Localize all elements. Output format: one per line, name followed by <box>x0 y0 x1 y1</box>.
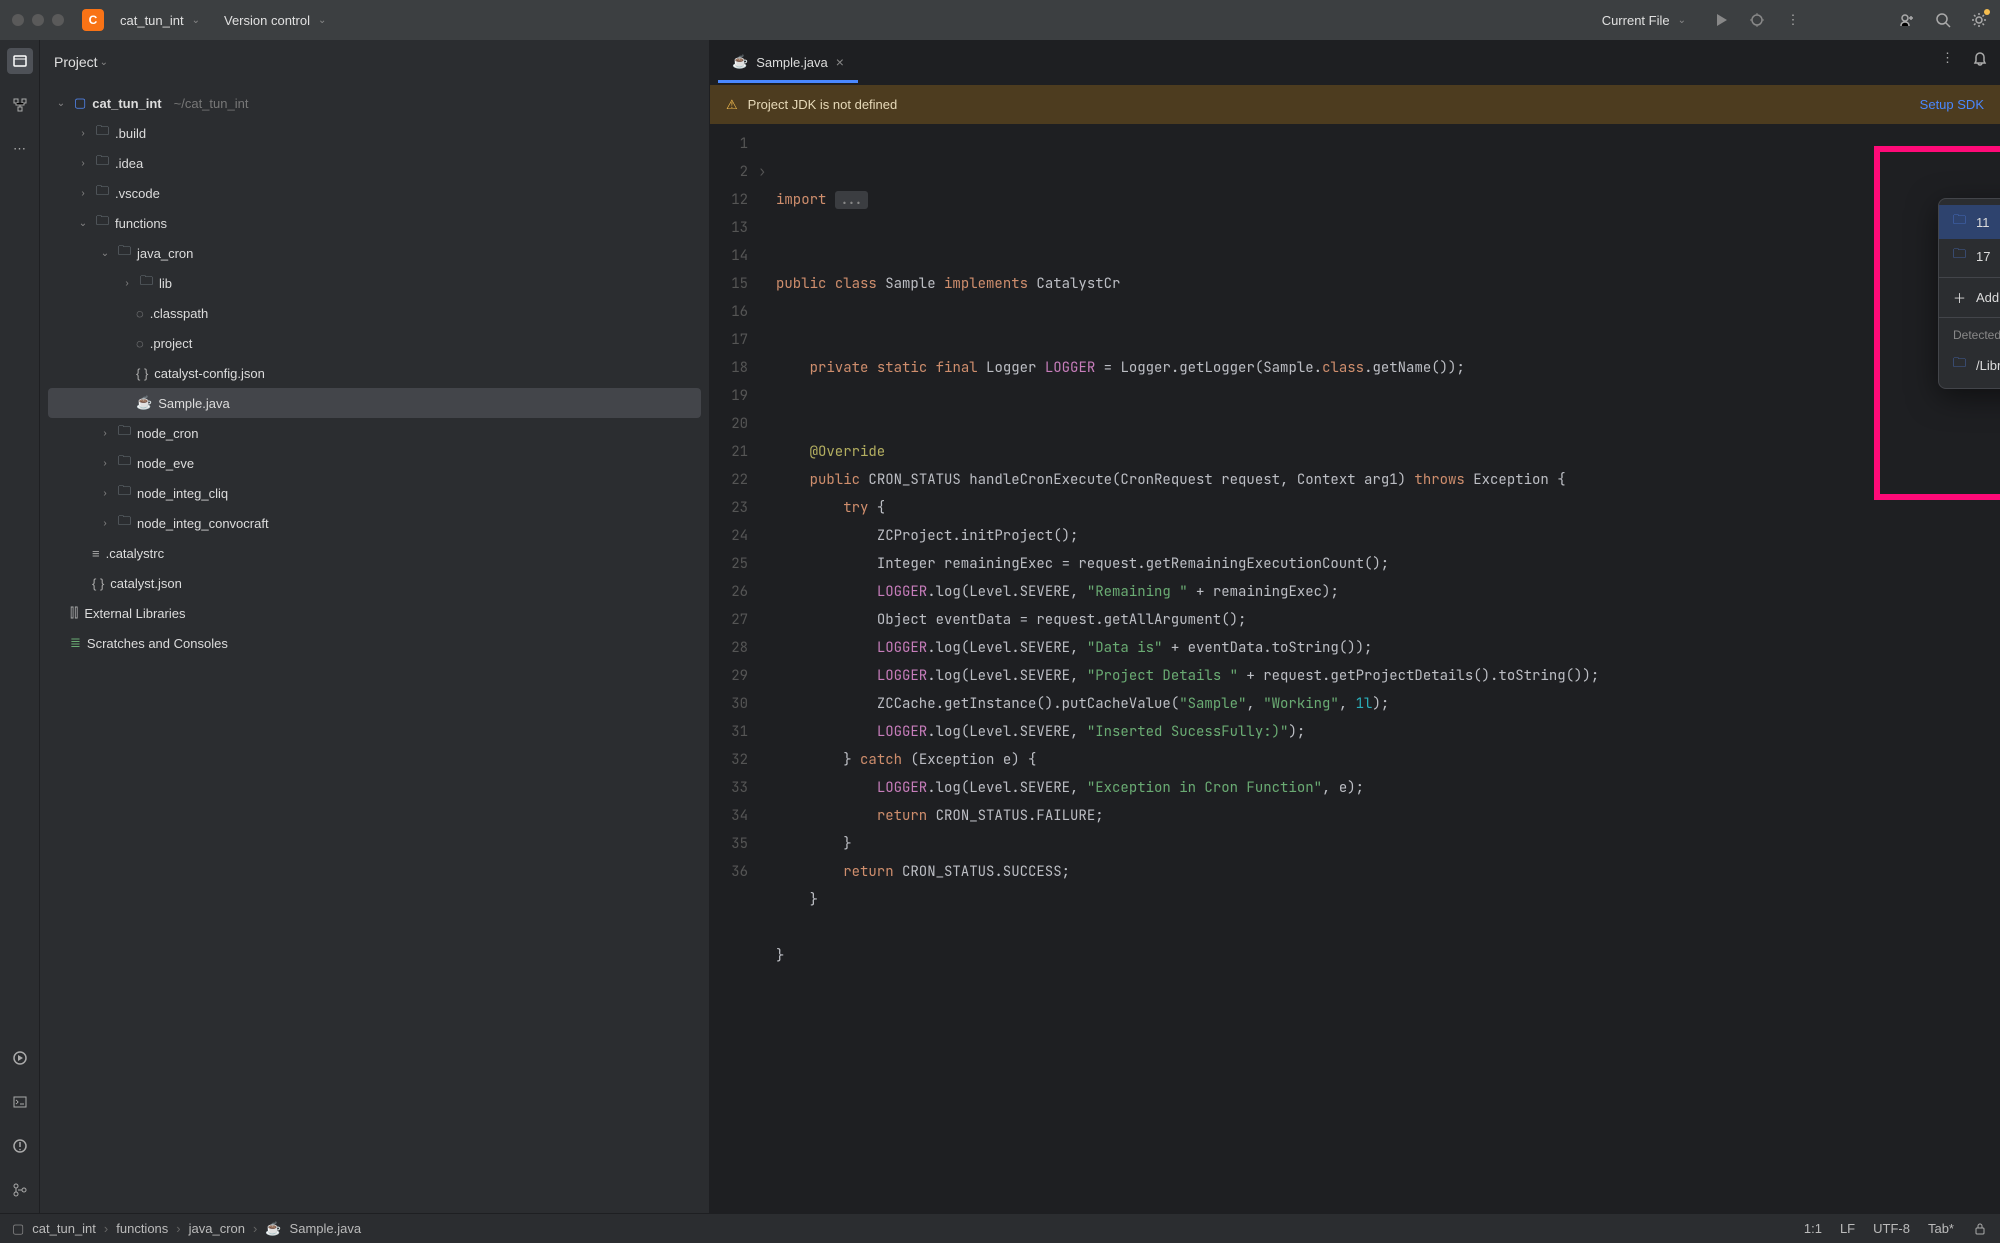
search-icon[interactable] <box>1934 11 1952 29</box>
run-icon[interactable] <box>1712 11 1730 29</box>
line-separator[interactable]: LF <box>1840 1221 1855 1236</box>
breadcrumb-icon: ▢ <box>12 1221 24 1237</box>
tree-file[interactable]: { }catalyst.json <box>48 568 701 598</box>
crumb[interactable]: functions <box>116 1221 168 1236</box>
crumb[interactable]: cat_tun_int <box>32 1221 96 1236</box>
sdk-option-17[interactable]: 🗀 17 Oracle OpenJDK version 17.0.2 <box>1939 239 2000 273</box>
sdk-banner: ⚠ Project JDK is not defined Setup SDK <box>710 84 2000 124</box>
project-tool-icon[interactable] <box>7 48 33 74</box>
file-encoding[interactable]: UTF-8 <box>1873 1221 1910 1236</box>
line-gutter: 1 2 12 13 14 15 16 17 18 19 20 21 22 23 … <box>710 124 758 1213</box>
tree-file-selected[interactable]: ☕Sample.java <box>48 388 701 418</box>
crumb[interactable]: Sample.java <box>290 1221 362 1236</box>
tab-label: Sample.java <box>756 55 828 70</box>
tree-scratches[interactable]: ≣Scratches and Consoles <box>48 628 701 658</box>
more-icon[interactable]: ⋮ <box>1784 11 1802 29</box>
sdk-popup: 🗀 11 Oracle OpenJDK version 11.0.16 🗀 17… <box>1938 198 2000 389</box>
structure-tool-icon[interactable] <box>7 92 33 118</box>
folder-icon: 🗀 <box>1953 354 1966 376</box>
collab-icon[interactable] <box>1898 11 1916 29</box>
code-content[interactable]: import ... public class Sample implement… <box>776 124 2000 1213</box>
terminal-tool-icon[interactable] <box>7 1089 33 1115</box>
tree-folder[interactable]: ›🗀.vscode <box>48 178 701 208</box>
tree-folder[interactable]: ›🗀node_integ_cliq <box>48 478 701 508</box>
folder-icon: 🗀 <box>1953 245 1966 267</box>
statusbar: ▢ cat_tun_int› functions› java_cron› ☕ S… <box>0 1213 2000 1243</box>
code-area[interactable]: 1 2 12 13 14 15 16 17 18 19 20 21 22 23 … <box>710 124 2000 1213</box>
tree-folder[interactable]: ›🗀node_cron <box>48 418 701 448</box>
tab-sample-java[interactable]: ☕ Sample.java × <box>718 44 858 83</box>
editor-tabs: ☕ Sample.java × ⋮ <box>710 40 2000 84</box>
vcs-dropdown[interactable]: Version control <box>216 9 334 32</box>
settings-icon[interactable] <box>1970 11 1988 29</box>
titlebar: C cat_tun_int Version control Current Fi… <box>0 0 2000 40</box>
tree-folder[interactable]: ›🗀node_integ_convocraft <box>48 508 701 538</box>
detected-sdks-header: Detected SDKs <box>1939 322 2000 348</box>
tree-folder[interactable]: ›🗀.idea <box>48 148 701 178</box>
project-panel: Project ⌄▢ cat_tun_int ~/cat_tun_int ›🗀.… <box>40 40 710 1213</box>
tree-external-libs[interactable]: ⫿⫿External Libraries <box>48 598 701 628</box>
services-tool-icon[interactable] <box>7 1045 33 1071</box>
detected-sdk-item[interactable]: 🗀 /Library/Java/JavaVirtualMachines/jdk1… <box>1939 348 2000 382</box>
tab-more-icon[interactable]: ⋮ <box>1941 50 1954 66</box>
indent-setting[interactable]: Tab* <box>1928 1221 1954 1236</box>
tree-file[interactable]: ◌.project <box>48 328 701 358</box>
tree-file[interactable]: ◌.classpath <box>48 298 701 328</box>
git-tool-icon[interactable] <box>7 1177 33 1203</box>
banner-text: Project JDK is not defined <box>748 97 898 112</box>
crumb[interactable]: java_cron <box>189 1221 245 1236</box>
more-tool-icon[interactable]: ⋯ <box>7 136 33 162</box>
run-config-dropdown[interactable]: Current File <box>1594 9 1694 32</box>
editor: ☕ Sample.java × ⋮ ⚠ Project JDK is not d… <box>710 40 2000 1213</box>
debug-icon[interactable] <box>1748 11 1766 29</box>
plus-icon: ＋ <box>1953 288 1966 307</box>
tool-rail: ⋯ <box>0 40 40 1213</box>
project-dropdown[interactable]: cat_tun_int <box>112 9 208 32</box>
close-tab-icon[interactable]: × <box>836 54 844 70</box>
setup-sdk-link[interactable]: Setup SDK <box>1920 97 1984 112</box>
tree-folder[interactable]: ⌄🗀functions <box>48 208 701 238</box>
project-tree[interactable]: ⌄▢ cat_tun_int ~/cat_tun_int ›🗀.build ›🗀… <box>40 84 709 1213</box>
app-badge: C <box>82 9 104 31</box>
caret-position[interactable]: 1:1 <box>1804 1221 1822 1236</box>
tree-file[interactable]: { }catalyst-config.json <box>48 358 701 388</box>
readonly-lock-icon[interactable] <box>1972 1221 1988 1237</box>
java-file-icon: ☕ <box>732 54 748 70</box>
notifications-icon[interactable] <box>1972 50 1988 66</box>
add-sdk-item[interactable]: ＋ Add SDK › <box>1939 282 2000 313</box>
tree-folder[interactable]: ›🗀node_eve <box>48 448 701 478</box>
sdk-option-11[interactable]: 🗀 11 Oracle OpenJDK version 11.0.16 <box>1939 205 2000 239</box>
tree-folder[interactable]: ⌄🗀java_cron <box>48 238 701 268</box>
problems-tool-icon[interactable] <box>7 1133 33 1159</box>
java-file-icon: ☕ <box>265 1221 281 1237</box>
fold-gutter[interactable]: › <box>758 124 776 1213</box>
tree-root[interactable]: ⌄▢ cat_tun_int ~/cat_tun_int <box>48 88 701 118</box>
tree-folder[interactable]: ›🗀.build <box>48 118 701 148</box>
warning-icon: ⚠ <box>726 97 738 113</box>
folder-icon: 🗀 <box>1953 211 1966 233</box>
tree-folder[interactable]: ›🗀lib <box>48 268 701 298</box>
panel-title[interactable]: Project <box>40 40 709 84</box>
tree-file[interactable]: ≡.catalystrc <box>48 538 701 568</box>
window-controls[interactable] <box>12 14 64 26</box>
